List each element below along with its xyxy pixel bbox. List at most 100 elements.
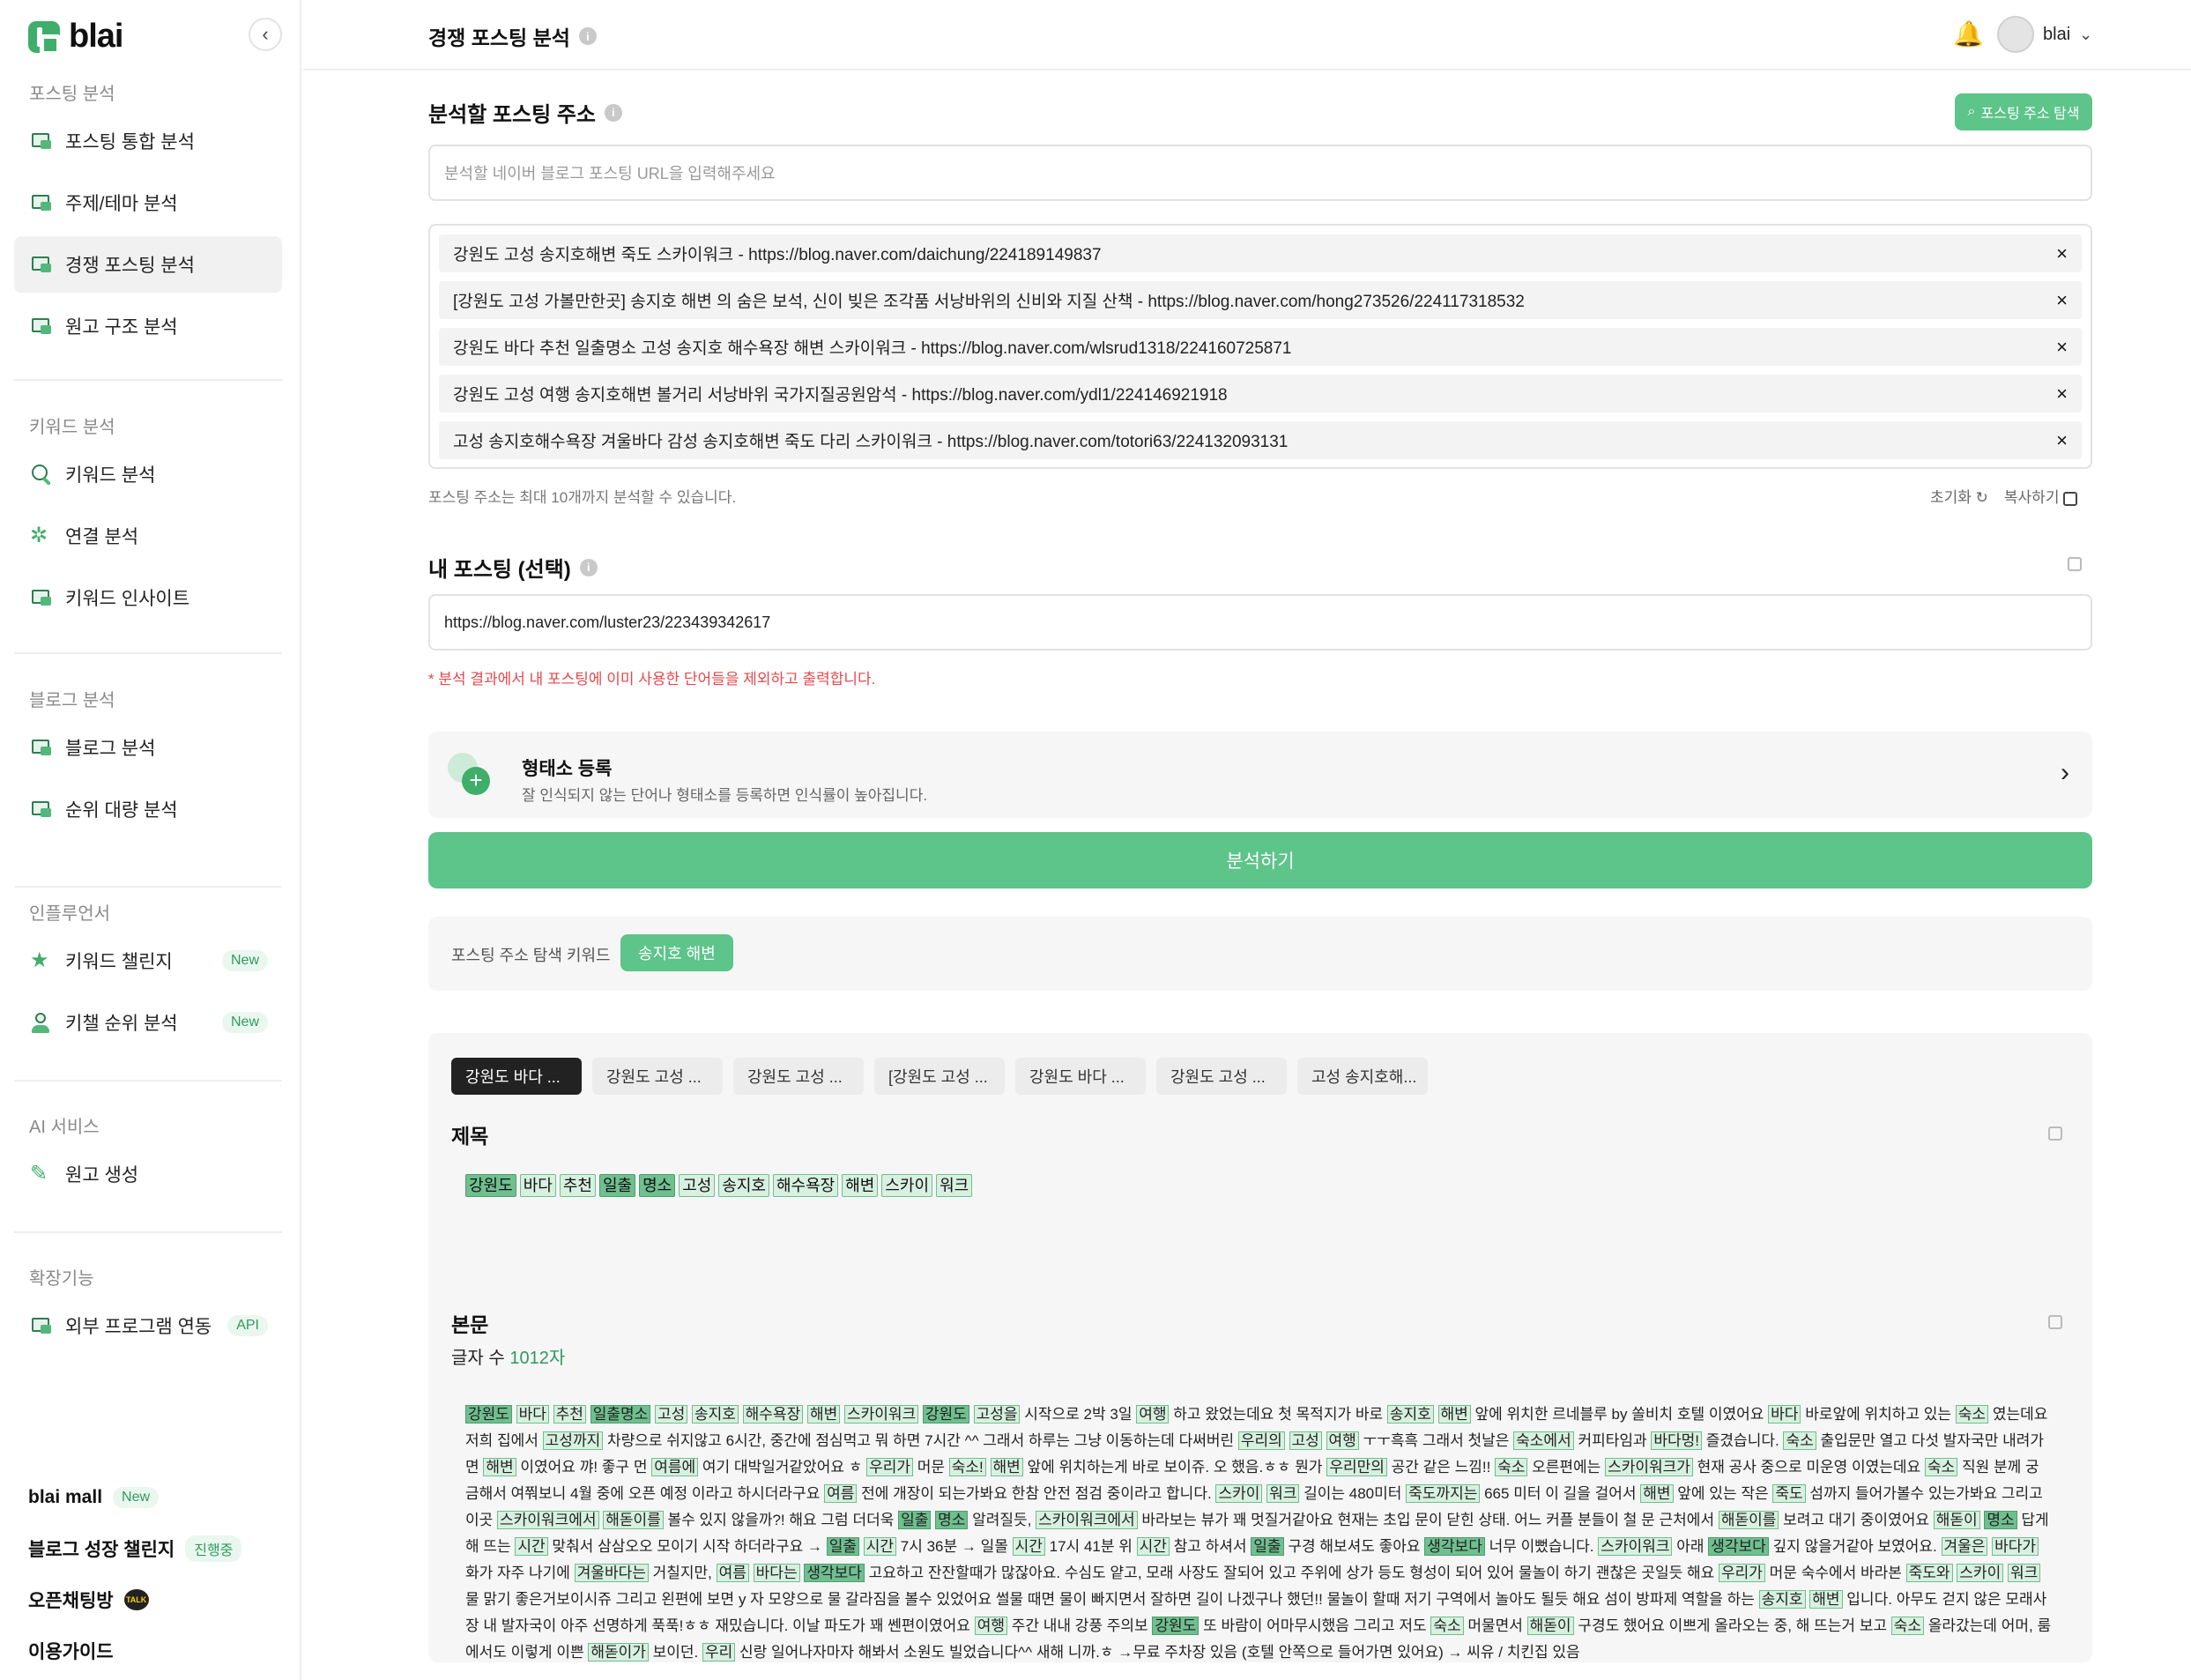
copy-icon[interactable] [2068, 557, 2082, 571]
url-item: 강원도 바다 추천 일출명소 고성 송지호 해수욕장 해변 스카이워크 - ht… [439, 328, 2082, 366]
body-word: 물이 [1058, 1591, 1088, 1608]
body-word: 숙수에서 [1801, 1565, 1857, 1581]
my-posting-heading: 내 포스팅 (선택) i [428, 552, 598, 583]
body-word: 일출명소 [590, 1405, 651, 1424]
body-word: 그냥 [1073, 1432, 1102, 1449]
brand-logo[interactable]: blai [28, 18, 123, 56]
result-tab[interactable]: 강원도 고성 ... [733, 1058, 864, 1095]
sidebar-item-bulk-rank[interactable]: 순위 대량 분석 [14, 781, 282, 837]
sidebar-item-manuscript-generation[interactable]: ✎ 원고 생성 [14, 1146, 282, 1202]
body-word: 숙소 [1924, 1458, 1958, 1476]
sidebar-item-connection-analysis[interactable]: ✲ 연결 분석 [14, 508, 282, 564]
user-menu[interactable]: blai ⌄ [1997, 16, 2092, 53]
result-tab[interactable]: 강원도 고성 ... [592, 1058, 723, 1095]
collapse-sidebar-button[interactable]: ‹ [249, 18, 282, 51]
title-token: 고성 [679, 1174, 716, 1197]
sidebar-item-keyword-analysis[interactable]: 키워드 분석 [14, 446, 282, 502]
posting-url-input[interactable]: 분석할 네이버 블로그 포스팅 URL을 입력해주세요 [428, 145, 2092, 201]
blai-logo-icon [28, 20, 61, 56]
body-word: 치킨집 [1506, 1644, 1549, 1661]
body-word: 어느 [1514, 1512, 1542, 1528]
body-word: 스카이워크 [843, 1405, 919, 1424]
body-word: ㅎ [848, 1459, 863, 1476]
copy-button[interactable]: 복사하기 [2004, 485, 2078, 507]
body-word: 해돋이를 [1718, 1511, 1779, 1529]
body-word: 추천 [553, 1405, 586, 1424]
sidebar-item-keyword-challenge[interactable]: ★ 키워드 챌린지 New [14, 933, 282, 989]
result-tab[interactable]: [강원도 고성 ... [874, 1058, 1005, 1095]
sidebar-item-competitor-posting[interactable]: 경쟁 포스팅 분석 [14, 236, 282, 293]
blog-chart-icon [30, 736, 53, 759]
body-word: 소원도 [903, 1644, 946, 1661]
nav-section-ai: AI 서비스 ✎ 원고 생성 [14, 1114, 282, 1202]
close-icon[interactable]: × [2056, 429, 2068, 452]
body-word: 바로 [1132, 1459, 1160, 1476]
chevron-left-icon: ‹ [262, 23, 269, 45]
info-icon[interactable]: i [579, 558, 598, 576]
page-title-text: 경쟁 포스팅 분석 [428, 26, 570, 49]
body-word: 더더욱 [852, 1512, 895, 1528]
sidebar-item-external-integration[interactable]: 외부 프로그램 연동 API [14, 1297, 282, 1354]
title-token: 해변 [842, 1174, 879, 1197]
link-open-chat[interactable]: 오픈채팅방 TALK [28, 1574, 241, 1625]
body-word: 곳일듯 [1641, 1565, 1683, 1581]
body-word: 하는 [1727, 1591, 1755, 1608]
body-word: 걷지 [1942, 1591, 1970, 1608]
insight-chart-icon [30, 586, 53, 609]
copy-icon[interactable] [2048, 1126, 2062, 1141]
body-word: 구경도 [1578, 1617, 1620, 1634]
sidebar-item-keyword-insight[interactable]: 키워드 인사이트 [14, 569, 282, 626]
char-count: 글자 수 1012자 [451, 1343, 565, 1369]
body-word: 이쁜 [556, 1644, 584, 1661]
body-word: 시간 [863, 1537, 896, 1556]
body-word: / [1498, 1644, 1504, 1661]
result-tab[interactable]: 강원도 바다 ... [1015, 1058, 1146, 1095]
nav-heading: 블로그 분석 [29, 691, 115, 710]
my-posting-input[interactable]: https://blog.naver.com/luster23/22343934… [428, 594, 2092, 650]
close-icon[interactable]: × [2056, 336, 2068, 359]
analyze-button[interactable]: 분석하기 [428, 832, 2092, 888]
magic-pen-icon: ✎ [30, 1162, 48, 1186]
close-icon[interactable]: × [2056, 383, 2068, 405]
explore-posting-button[interactable]: ⌕ 포스팅 주소 탐색 [1955, 93, 2092, 130]
body-word: 맞춰서 [552, 1538, 594, 1555]
sidebar-item-topic-theme[interactable]: 주제/테마 분석 [14, 175, 282, 231]
body-word: 호텔 [1676, 1406, 1705, 1423]
bell-icon[interactable]: 🔔 [1953, 19, 1984, 48]
sidebar-item-manuscript-structure[interactable]: 원고 구조 분석 [14, 298, 282, 354]
body-word: 커플 [1546, 1512, 1574, 1528]
link-growth-challenge[interactable]: 블로그 성장 챌린지 진행중 [28, 1523, 242, 1574]
body-word: 여름에 [651, 1458, 699, 1476]
body-word: 섬이 [1604, 1591, 1632, 1608]
info-icon[interactable]: i [604, 103, 622, 122]
input-placeholder: 분석할 네이버 블로그 포스팅 URL을 입력해주세요 [444, 165, 776, 182]
body-text: 강원도 바다 추천 일출명소 고성 송지호 해수욕장 해변 스카이워크 강원도 … [465, 1401, 2052, 1666]
sidebar-item-blog-analysis[interactable]: 블로그 분석 [14, 719, 282, 776]
sidebar-item-posting-integrated[interactable]: 포스팅 통합 분석 [14, 113, 282, 169]
result-tab[interactable]: 강원도 고성 ... [1156, 1058, 1287, 1095]
sidebar-item-challenge-rank[interactable]: 키챌 순위 분석 New [14, 994, 282, 1051]
body-word: 주의보 [1106, 1617, 1148, 1634]
link-user-guide[interactable]: 이용가이드 [28, 1625, 241, 1676]
morpheme-register-card[interactable]: + 형태소 등록 잘 인식되지 않는 단어나 형태소를 등록하면 인식률이 높아… [428, 732, 2092, 818]
link-blai-mall[interactable]: blai mall New [28, 1472, 241, 1523]
body-word: 뜨는 [483, 1538, 511, 1555]
copy-icon[interactable] [2048, 1315, 2062, 1329]
result-tab[interactable]: 고성 송지호해... [1297, 1058, 1428, 1095]
body-word: 작은 [1741, 1485, 1769, 1502]
reset-button[interactable]: 초기화 ↻ [1930, 485, 1988, 507]
info-icon[interactable]: i [578, 27, 597, 45]
keyword-chip[interactable]: 송지호 해변 [620, 934, 733, 971]
body-word: 앞에 [1474, 1406, 1503, 1423]
body-word: 왔었는데요 [1205, 1406, 1274, 1423]
close-icon[interactable]: × [2056, 289, 2068, 312]
body-word: 위 [1118, 1538, 1133, 1555]
title-token: 스카이 [881, 1174, 933, 1197]
result-tab[interactable]: 강원도 바다 ... [451, 1058, 582, 1095]
body-word: 생각보다 [804, 1564, 865, 1582]
body-word: 였는데요 [1992, 1406, 2048, 1423]
body-word: 한참 [1011, 1485, 1039, 1502]
body-word: 나기에 [529, 1565, 570, 1581]
body-word: 해봐서 [858, 1644, 900, 1661]
close-icon[interactable]: × [2056, 242, 2068, 265]
